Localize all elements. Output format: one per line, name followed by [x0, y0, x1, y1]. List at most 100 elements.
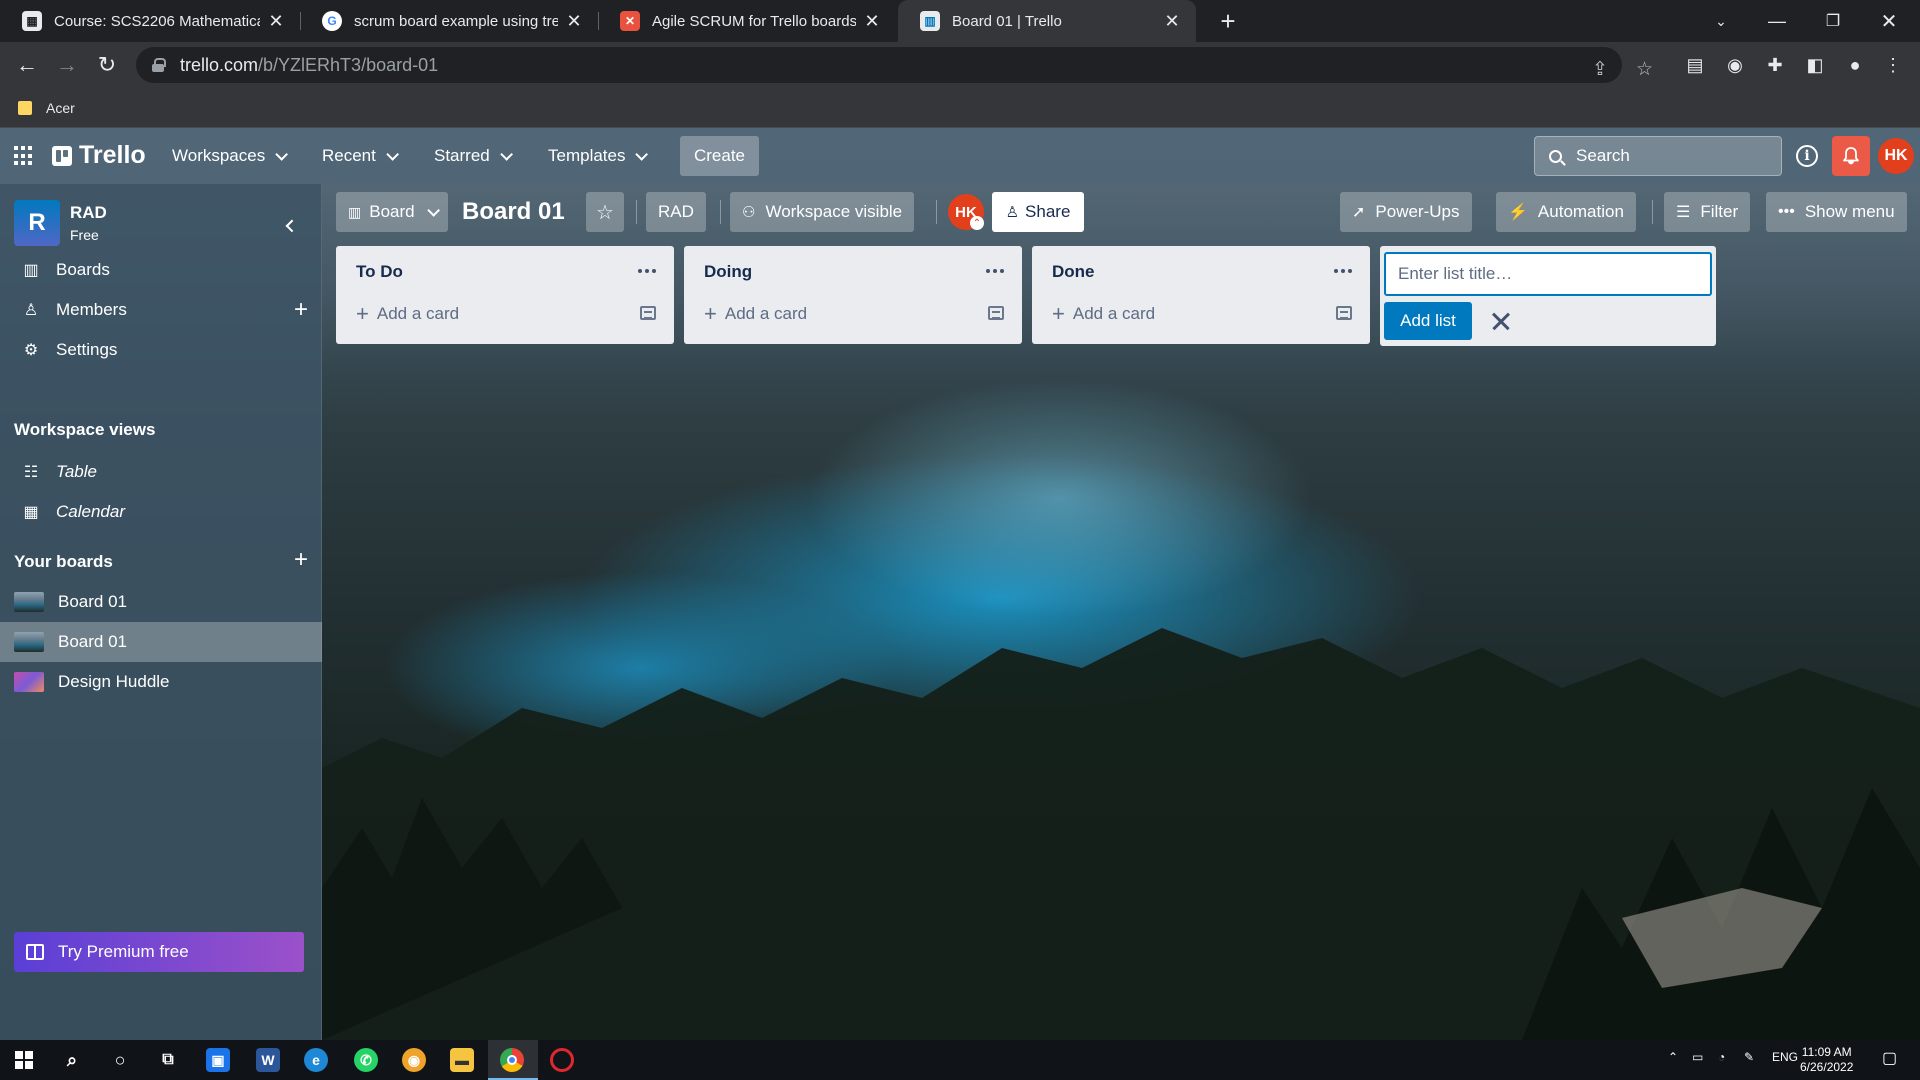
system-clock[interactable]: 11:09 AM 6/26/2022	[1800, 1045, 1853, 1075]
list-title-input[interactable]	[1384, 252, 1712, 296]
add-card-button[interactable]: + Add a card	[1052, 303, 1155, 325]
board-view-switcher[interactable]: ▥ Board	[336, 192, 448, 232]
card-template-icon[interactable]	[1336, 306, 1352, 320]
language-indicator[interactable]: ENG	[1772, 1050, 1798, 1064]
search-icon[interactable]: ⌕	[60, 1048, 84, 1072]
sidebar-item-settings[interactable]: ⚙ Settings	[0, 330, 322, 370]
list-actions-icon[interactable]	[1330, 264, 1356, 278]
power-ups-button[interactable]: ➚ Power-Ups	[1340, 192, 1472, 232]
tor-app-icon[interactable]: ◉	[402, 1048, 426, 1072]
close-tab-icon[interactable]: ✕	[266, 11, 286, 32]
notifications-icon[interactable]: ▢	[1882, 1048, 1897, 1068]
templates-menu[interactable]: Templates	[540, 140, 652, 172]
close-window-icon[interactable]: ✕	[1862, 0, 1916, 42]
show-hidden-icons-icon[interactable]: ⌃	[1668, 1050, 1678, 1064]
info-icon[interactable]: i	[1796, 145, 1818, 167]
store-app-icon[interactable]: ▣	[206, 1048, 230, 1072]
try-premium-button[interactable]: Try Premium free	[14, 932, 304, 972]
sidebar-board-item[interactable]: Board 01	[0, 582, 322, 622]
sidebar-board-item[interactable]: Design Huddle	[0, 662, 322, 702]
search-input[interactable]: Search	[1534, 136, 1782, 176]
restore-icon[interactable]: ❐	[1806, 0, 1860, 42]
file-explorer-icon[interactable]: ▬	[450, 1048, 474, 1072]
recent-menu[interactable]: Recent	[314, 140, 403, 172]
puzzle-extensions-icon[interactable]: ✚	[1762, 52, 1788, 78]
trello-logo[interactable]: Trello	[52, 141, 146, 170]
list-actions-icon[interactable]	[982, 264, 1008, 278]
visibility-button[interactable]: ⚇ Workspace visible	[730, 192, 915, 232]
automation-button[interactable]: ⚡ Automation	[1496, 192, 1636, 232]
side-panel-icon[interactable]: ◧	[1802, 52, 1828, 78]
share-page-icon[interactable]: ⇪	[1592, 60, 1608, 80]
bookmark-acer[interactable]: Acer	[18, 96, 75, 120]
close-tab-icon[interactable]: ✕	[564, 11, 584, 32]
sidebar-item-calendar[interactable]: ▦ Calendar	[0, 492, 322, 532]
sidebar-item-members[interactable]: ♙ Members +	[0, 290, 322, 330]
create-button[interactable]: Create	[680, 136, 759, 176]
browser-tab[interactable]: ▦ Course: SCS2206 Mathematical Met ✕	[0, 0, 300, 42]
workspace-button[interactable]: RAD	[646, 192, 706, 232]
sidebar-board-item-selected[interactable]: Board 01	[0, 622, 322, 662]
word-app-icon[interactable]: W	[256, 1048, 280, 1072]
workspace-header[interactable]: R RAD Free	[14, 200, 107, 246]
user-avatar[interactable]: HK	[1878, 138, 1914, 174]
workspaces-menu[interactable]: Workspaces	[164, 140, 292, 172]
pen-icon[interactable]: ✎	[1744, 1050, 1754, 1064]
trello-icon: ▥	[920, 11, 940, 31]
add-card-button[interactable]: + Add a card	[356, 303, 459, 325]
reading-list-icon[interactable]: ▤	[1682, 52, 1708, 78]
cortana-icon[interactable]: ○	[108, 1048, 132, 1072]
add-member-icon[interactable]: +	[294, 298, 308, 322]
add-board-icon[interactable]: +	[294, 548, 308, 572]
trello-top-nav: Trello Workspaces Recent Starred Templat…	[0, 128, 1920, 184]
star-board-icon[interactable]: ☆	[586, 192, 624, 232]
list-actions-icon[interactable]	[634, 264, 660, 278]
list-title[interactable]: Done	[1052, 262, 1095, 282]
forward-icon[interactable]: →	[50, 48, 84, 82]
bookmark-star-icon[interactable]: ☆	[1636, 60, 1653, 80]
sidebar-item-boards[interactable]: ▥ Boards	[0, 250, 322, 290]
browser-tab[interactable]: ✕ Agile SCRUM for Trello boards ✕	[598, 0, 896, 42]
sidebar-board-label: Design Huddle	[58, 672, 170, 691]
edge-app-icon[interactable]: e	[304, 1048, 328, 1072]
add-card-button[interactable]: + Add a card	[704, 303, 807, 325]
battery-icon[interactable]: ▭	[1692, 1050, 1703, 1064]
app-switcher-icon[interactable]	[14, 146, 34, 166]
whatsapp-app-icon[interactable]: ✆	[354, 1048, 378, 1072]
windows-start-icon[interactable]	[12, 1048, 36, 1072]
close-tab-icon[interactable]: ✕	[1162, 11, 1182, 32]
task-view-icon[interactable]: ⧉	[156, 1048, 180, 1072]
wifi-icon[interactable]: ◔	[1718, 1050, 1725, 1064]
collapse-sidebar-button[interactable]	[278, 212, 302, 236]
board-title[interactable]: Board 01	[462, 192, 565, 232]
chrome-app-icon[interactable]	[500, 1048, 524, 1072]
list-column: Done + Add a card	[1032, 246, 1370, 344]
filter-button[interactable]: ☰ Filter	[1664, 192, 1751, 232]
show-menu-button[interactable]: ••• Show menu	[1766, 192, 1907, 232]
close-tab-icon[interactable]: ✕	[862, 11, 882, 32]
share-button[interactable]: ♙ Share	[992, 192, 1084, 232]
moodle-icon: ▦	[22, 11, 42, 31]
add-list-button[interactable]: Add list	[1384, 302, 1472, 340]
sidebar-item-table[interactable]: ☷ Table	[0, 452, 322, 492]
minimize-icon[interactable]: —	[1750, 0, 1804, 42]
header-divider	[936, 200, 937, 224]
list-title[interactable]: To Do	[356, 262, 403, 282]
chrome-menu-icon[interactable]: ⋮	[1880, 52, 1906, 78]
browser-tab[interactable]: G scrum board example using trello - ✕	[300, 0, 598, 42]
opera-app-icon[interactable]	[550, 1048, 574, 1072]
notifications-button[interactable]	[1832, 136, 1870, 176]
tab-search-icon[interactable]: ⌄	[1694, 0, 1748, 42]
reload-icon[interactable]: ↻	[90, 48, 124, 82]
address-bar[interactable]: trello.com/b/YZlERhT3/board-01 ⇪ ☆	[136, 47, 1653, 83]
close-icon[interactable]	[1486, 306, 1516, 336]
new-tab-icon[interactable]: +	[1212, 5, 1244, 37]
browser-tab-active[interactable]: ▥ Board 01 | Trello ✕	[898, 0, 1196, 42]
back-icon[interactable]: ←	[10, 48, 44, 82]
starred-menu[interactable]: Starred	[426, 140, 517, 172]
card-template-icon[interactable]	[988, 306, 1004, 320]
extension-icon[interactable]: ◉	[1722, 52, 1748, 78]
list-title[interactable]: Doing	[704, 262, 752, 282]
card-template-icon[interactable]	[640, 306, 656, 320]
profile-icon[interactable]: ●	[1842, 52, 1868, 78]
